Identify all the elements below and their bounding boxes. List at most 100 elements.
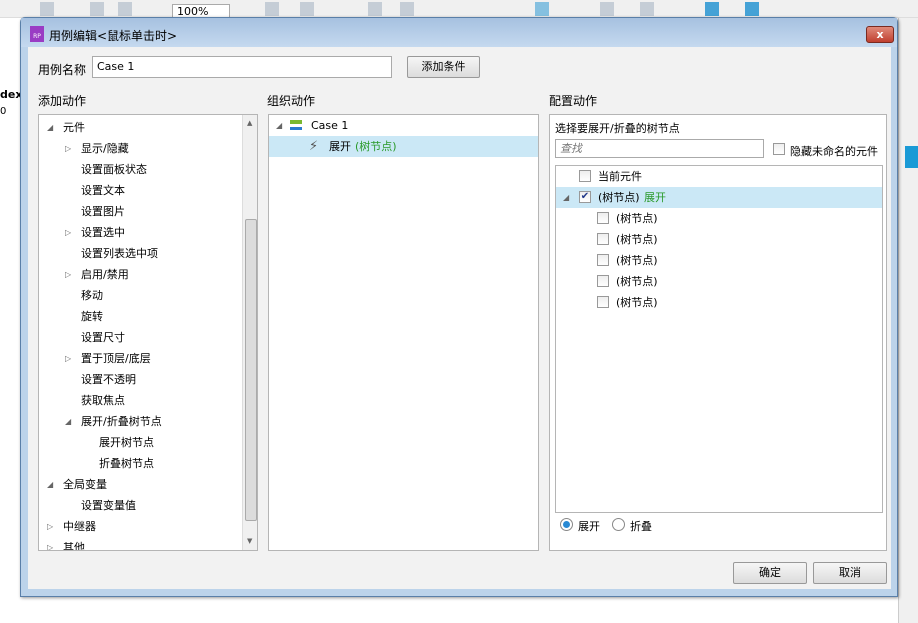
action-item-label: 设置图片 xyxy=(81,205,125,218)
collapsed-icon[interactable]: ▷ xyxy=(47,537,53,550)
action-item[interactable]: 移动 xyxy=(39,285,239,306)
action-item[interactable]: 设置面板状态 xyxy=(39,159,239,180)
action-node[interactable]: ⚡ 展开 (树节点) xyxy=(269,136,538,157)
tree-node-checkbox[interactable] xyxy=(597,233,609,245)
case-name-input[interactable]: Case 1 xyxy=(92,56,392,78)
action-item[interactable]: 旋转 xyxy=(39,306,239,327)
toolbar-icon[interactable] xyxy=(745,2,759,16)
tree-node-checkbox[interactable] xyxy=(597,296,609,308)
tree-node-checkbox[interactable] xyxy=(597,254,609,266)
case-icon xyxy=(290,120,302,130)
more-icon[interactable] xyxy=(118,2,132,16)
scrollbar[interactable]: ▲ ▼ xyxy=(242,115,257,550)
close-button[interactable]: x xyxy=(866,26,894,43)
ok-button[interactable]: 确定 xyxy=(733,562,807,584)
tree-node-checkbox[interactable] xyxy=(597,275,609,287)
tree-node-row[interactable]: 当前元件 xyxy=(556,166,882,187)
action-item[interactable]: 展开树节点 xyxy=(39,432,239,453)
cancel-button[interactable]: 取消 xyxy=(813,562,887,584)
tree-node-label: (树节点) xyxy=(616,212,658,225)
action-item[interactable]: ◢ 元件 xyxy=(39,117,239,138)
tree-node-label: (树节点) xyxy=(616,254,658,267)
action-item-label: 设置变量值 xyxy=(81,499,136,512)
hide-unnamed-label: 隐藏未命名的元件 xyxy=(790,145,878,158)
tree-node-action: 展开 xyxy=(644,191,666,204)
toolbar-icon[interactable] xyxy=(368,2,382,16)
action-item-label: 设置不透明 xyxy=(81,373,136,386)
tree-node-row[interactable]: ◢ ✔ (树节点) 展开 xyxy=(556,187,882,208)
tree-node-row[interactable]: (树节点) xyxy=(556,229,882,250)
toolbar-icon[interactable] xyxy=(535,2,549,16)
action-item[interactable]: ▷ 启用/禁用 xyxy=(39,264,239,285)
expanded-icon[interactable]: ◢ xyxy=(65,411,71,432)
action-item[interactable]: 折叠树节点 xyxy=(39,453,239,474)
toolbar-icon[interactable] xyxy=(90,2,104,16)
action-item[interactable]: 获取焦点 xyxy=(39,390,239,411)
action-item-label: 显示/隐藏 xyxy=(81,142,129,155)
collapse-radio-label: 折叠 xyxy=(630,520,652,533)
collapsed-icon[interactable]: ▷ xyxy=(65,138,71,159)
action-item-label: 全局变量 xyxy=(63,478,107,491)
action-item[interactable]: ▷ 置于顶层/底层 xyxy=(39,348,239,369)
action-item-label: 中继器 xyxy=(63,520,96,533)
action-item[interactable]: ◢ 展开/折叠树节点 xyxy=(39,411,239,432)
tree-node-checkbox[interactable] xyxy=(579,170,591,182)
lock-icon[interactable] xyxy=(600,2,614,16)
collapsed-icon[interactable]: ▷ xyxy=(65,264,71,285)
action-item[interactable]: 设置图片 xyxy=(39,201,239,222)
expanded-icon[interactable]: ◢ xyxy=(276,115,282,136)
add-actions-header: 添加动作 xyxy=(38,94,87,108)
action-item[interactable]: 设置不透明 xyxy=(39,369,239,390)
hide-unnamed-checkbox[interactable] xyxy=(773,143,785,155)
action-item[interactable]: 设置列表选中项 xyxy=(39,243,239,264)
action-item[interactable]: 设置尺寸 xyxy=(39,327,239,348)
tree-node-row[interactable]: (树节点) xyxy=(556,208,882,229)
case-node[interactable]: ◢ Case 1 xyxy=(269,115,538,136)
collapsed-icon[interactable]: ▷ xyxy=(65,348,71,369)
toolbar-icon[interactable] xyxy=(400,2,414,16)
collapsed-icon[interactable]: ▷ xyxy=(47,516,53,537)
action-item-label: 展开/折叠树节点 xyxy=(81,415,162,428)
action-item[interactable]: 设置变量值 xyxy=(39,495,239,516)
action-item-label: 元件 xyxy=(63,121,85,134)
action-item-label: 旋转 xyxy=(81,310,103,323)
dialog-body: 用例名称 Case 1 添加条件 添加动作 组织动作 配置动作 ▷ 其他 ▷ 中继器 设… xyxy=(28,47,891,589)
expanded-icon[interactable]: ◢ xyxy=(47,117,53,138)
toolbar-icon[interactable] xyxy=(705,2,719,16)
tree-node-row[interactable]: (树节点) xyxy=(556,271,882,292)
collapsed-icon[interactable]: ▷ xyxy=(65,222,71,243)
action-item-label: 展开树节点 xyxy=(99,436,154,449)
tree-node-row[interactable]: (树节点) xyxy=(556,292,882,313)
add-condition-button[interactable]: 添加条件 xyxy=(407,56,480,78)
action-item-label: 折叠树节点 xyxy=(99,457,154,470)
tree-node-list: 当前元件 ◢ ✔ (树节点) 展开 (树节点) (树节点) (树节点) (树节点) (树节点) xyxy=(555,165,883,513)
background-toolbar: 100% xyxy=(0,0,918,20)
collapse-radio[interactable] xyxy=(612,518,625,531)
action-item[interactable]: ▷ 中继器 xyxy=(39,516,239,537)
background-right-panel xyxy=(898,18,918,623)
scroll-up-icon[interactable]: ▲ xyxy=(247,119,252,127)
action-item[interactable]: 设置文本 xyxy=(39,180,239,201)
add-actions-tree: ▷ 其他 ▷ 中继器 设置变量值 ◢ 全局变量 折叠树节点 展开树节点 ◢ 展开/折叠树节点 获取焦点… xyxy=(38,114,258,551)
action-item-label: 设置列表选中项 xyxy=(81,247,158,260)
expanded-icon[interactable]: ◢ xyxy=(47,474,53,495)
toolbar-icon[interactable] xyxy=(265,2,279,16)
tree-node-checkbox[interactable]: ✔ xyxy=(579,191,591,203)
action-item[interactable]: ▷ 显示/隐藏 xyxy=(39,138,239,159)
tree-node-row[interactable]: (树节点) xyxy=(556,250,882,271)
action-item[interactable]: ▷ 设置选中 xyxy=(39,222,239,243)
action-item-label: 设置选中 xyxy=(81,226,125,239)
unlock-icon[interactable] xyxy=(640,2,654,16)
expand-radio[interactable] xyxy=(560,518,573,531)
toolbar-icon[interactable] xyxy=(300,2,314,16)
action-item[interactable]: ▷ 其他 xyxy=(39,537,239,550)
expanded-icon[interactable]: ◢ xyxy=(563,187,569,208)
action-item[interactable]: ◢ 全局变量 xyxy=(39,474,239,495)
tree-node-checkbox[interactable] xyxy=(597,212,609,224)
toolbar-icon[interactable] xyxy=(40,2,54,16)
app-logo-icon: RP xyxy=(30,26,44,42)
scrollbar-thumb[interactable] xyxy=(245,219,257,521)
search-input[interactable] xyxy=(555,139,764,158)
scroll-down-icon[interactable]: ▼ xyxy=(247,537,252,545)
title-bar: RP 用例编辑<鼠标单击时> x xyxy=(21,18,897,47)
